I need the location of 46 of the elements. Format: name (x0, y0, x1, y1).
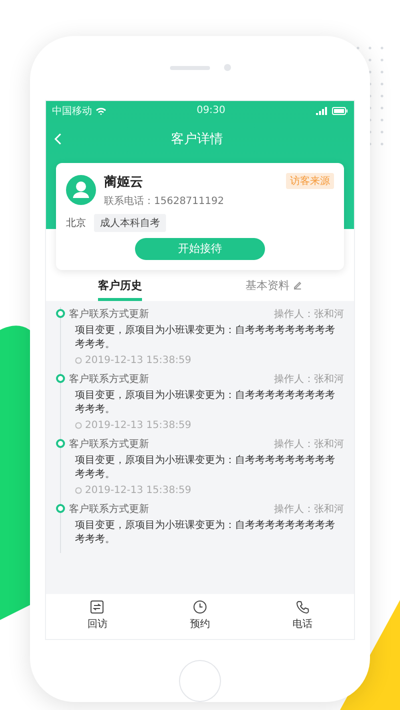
history-date: 2019-12-13 15:38:59 (85, 354, 192, 366)
page-title: 客户详情 (170, 130, 224, 148)
timeline-dot (56, 438, 65, 448)
speaker (170, 66, 210, 70)
operator-label: 操作人：张和河 (274, 308, 344, 321)
status-time: 09:30 (196, 105, 226, 116)
nav-item[interactable]: 电话 (292, 600, 313, 632)
tab[interactable]: 基本资料 (245, 278, 302, 301)
nav-item[interactable]: 回访 (87, 600, 108, 632)
history-date: 2019-12-13 15:38:59 (85, 484, 192, 496)
history-text: 项目变更，原项目为小班课变更为：自考考考考考考考考考考考考。 (75, 518, 336, 547)
history-text: 项目变更，原项目为小班课变更为：自考考考考考考考考考考考考。 (75, 388, 336, 417)
operator-label: 操作人：张和河 (274, 438, 344, 451)
home-button[interactable] (179, 660, 221, 702)
location-label: 北京 (66, 216, 86, 230)
timeline-dot (56, 374, 65, 383)
signal-icon (316, 106, 328, 115)
swap-icon (90, 600, 104, 614)
nav-item[interactable]: 预约 (190, 600, 210, 632)
operator-label: 操作人：张和河 (274, 502, 344, 516)
timeline-dot (56, 308, 65, 318)
source-tag: 访客来源 (286, 172, 334, 189)
operator-label: 操作人：张和河 (274, 372, 344, 386)
history-title: 客户联系方式更新 (69, 372, 149, 386)
history-title: 客户联系方式更新 (69, 502, 149, 516)
clock-icon (192, 600, 207, 614)
history-title: 客户联系方式更新 (69, 308, 149, 321)
timeline-dot (56, 504, 65, 513)
clock-icon (75, 422, 82, 429)
avatar-icon (66, 175, 96, 206)
clock-icon (75, 486, 82, 494)
camera (224, 64, 230, 72)
history-title: 客户联系方式更新 (69, 438, 149, 451)
wifi-icon (96, 106, 106, 115)
back-icon[interactable] (54, 132, 62, 145)
carrier-label: 中国移动 (52, 104, 92, 118)
history-date: 2019-12-13 15:38:59 (85, 420, 192, 431)
phone-icon (296, 600, 310, 614)
tag: 成人本科自考 (94, 214, 166, 232)
edit-icon (293, 280, 302, 290)
contact-phone: 联系电话：15628711192 (104, 194, 225, 208)
clock-icon (75, 356, 82, 364)
battery-icon (332, 106, 348, 115)
history-text: 项目变更，原项目为小班课变更为：自考考考考考考考考考考考考。 (75, 454, 336, 482)
customer-name: 蔺姬云 (104, 174, 144, 191)
history-text: 项目变更，原项目为小班课变更为：自考考考考考考考考考考考考。 (75, 324, 336, 352)
